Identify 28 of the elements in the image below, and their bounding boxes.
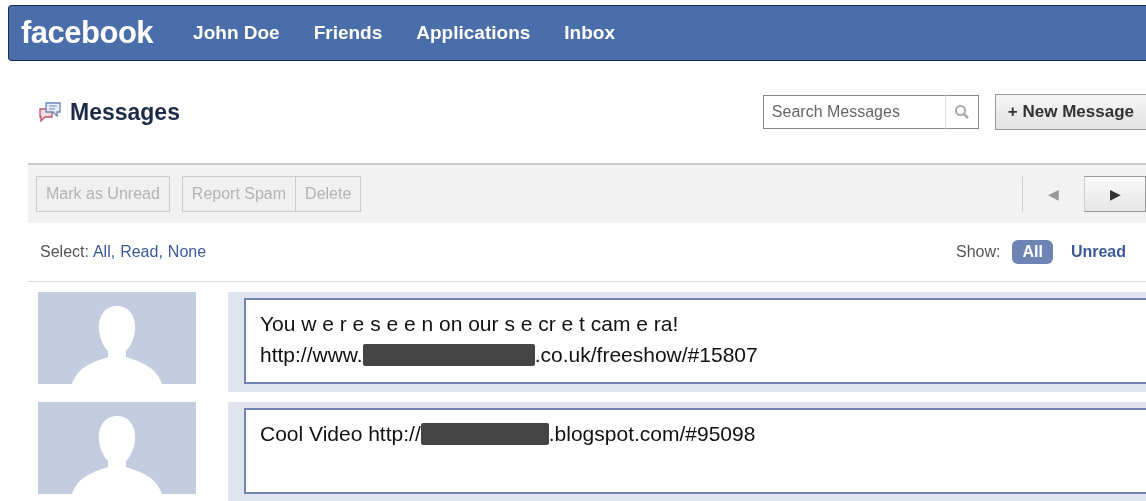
page-title: Messages (70, 98, 181, 126)
message-text: .co.uk/freeshow/#15807 (534, 342, 758, 368)
nav-link[interactable]: John Doe (193, 22, 280, 44)
nav-link[interactable]: Applications (416, 22, 531, 44)
separator: , (158, 243, 163, 261)
next-page-button[interactable]: ▶ (1084, 176, 1146, 212)
show-label: Show: (955, 243, 1001, 261)
logo[interactable]: facebook (21, 15, 154, 51)
search-icon (953, 104, 970, 120)
message-text: Cool Video http:// (260, 421, 421, 447)
search-button[interactable] (944, 95, 979, 129)
nav-link[interactable]: Inbox (564, 22, 615, 44)
new-message-button[interactable]: + New Message (994, 94, 1146, 130)
nav-link[interactable]: Friends (313, 22, 383, 44)
separator: , (110, 243, 116, 261)
message-box[interactable]: Cool Video http:// .blogspot.com/#95098 (244, 408, 1146, 494)
message-text: You w e r e s e e n on our s e cr e t cam e ra! (260, 311, 679, 337)
message-text: http://www. (260, 342, 363, 368)
filter-tab[interactable]: All (1012, 240, 1053, 264)
select-link[interactable]: None (167, 243, 207, 261)
select-link[interactable]: Read (120, 243, 159, 261)
filter-tab[interactable]: Unread (1060, 240, 1136, 264)
search-field[interactable]: Search Messages (762, 95, 945, 129)
select-label: Select: (40, 243, 89, 261)
select-link[interactable]: All (92, 243, 111, 261)
message-box[interactable]: You w e r e s e e n on our s e cr e t cam e ra! http://www. .co.uk/freeshow/#15807 (244, 298, 1146, 384)
message-text: .blogspot.com/#95098 (548, 421, 756, 447)
speech-bubbles-icon (38, 100, 62, 124)
